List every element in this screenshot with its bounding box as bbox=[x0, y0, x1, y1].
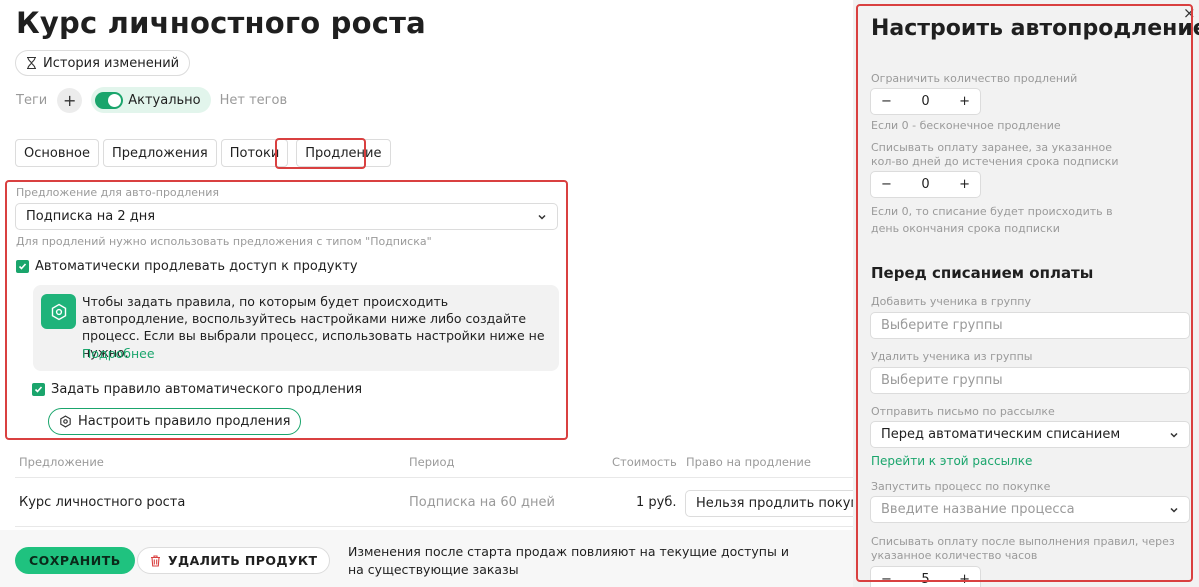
mailing-select[interactable]: Перед автоматическим списанием bbox=[870, 421, 1190, 448]
after-value[interactable]: 5 bbox=[921, 572, 929, 587]
rule-checkbox[interactable] bbox=[32, 383, 45, 396]
renewal-right-select[interactable]: Нельзя продлить покуп bbox=[685, 490, 860, 517]
status-label: Актуально bbox=[128, 92, 201, 108]
tabs: Основное Предложения Потоки Продление bbox=[15, 139, 391, 167]
advance-hint-line1: Если 0, то списание будет происходить в bbox=[871, 205, 1113, 218]
minus-icon[interactable]: − bbox=[881, 94, 892, 109]
tags-label: Теги bbox=[16, 92, 48, 108]
limit-label: Ограничить количество продлений bbox=[871, 72, 1078, 85]
table-cell-offer: Курс личностного роста bbox=[19, 495, 186, 510]
plus-icon[interactable]: + bbox=[959, 94, 970, 109]
table-header-period: Период bbox=[409, 455, 455, 469]
delete-product-button[interactable]: УДАЛИТЬ ПРОДУКТ bbox=[137, 547, 331, 574]
offer-select-value: Подписка на 2 дня bbox=[26, 209, 156, 224]
minus-icon[interactable]: − bbox=[881, 177, 892, 192]
toggle-switch-icon[interactable] bbox=[95, 91, 124, 109]
hourglass-icon bbox=[27, 57, 36, 69]
limit-hint: Если 0 - бесконечное продление bbox=[871, 119, 1061, 132]
after-label-line2: указанное количество часов bbox=[871, 549, 1038, 562]
add-group-placeholder: Выберите группы bbox=[881, 318, 1003, 333]
add-tag-button[interactable]: + bbox=[57, 87, 83, 113]
auto-renew-checkbox-row[interactable]: Автоматически продлевать доступ к продук… bbox=[16, 259, 358, 274]
no-tags-label: Нет тегов bbox=[219, 92, 288, 108]
before-charge-title: Перед списанием оплаты bbox=[871, 264, 1094, 282]
table-header-renewal-right: Право на продление bbox=[686, 455, 811, 469]
panel-title: Настроить автопродление bbox=[871, 16, 1199, 41]
configure-rule-label: Настроить правило продления bbox=[78, 414, 291, 429]
advance-stepper[interactable]: − 0 + bbox=[870, 171, 981, 198]
status-toggle[interactable]: Актуально bbox=[91, 87, 211, 113]
mailing-label: Отправить письмо по рассылке bbox=[871, 405, 1055, 418]
advance-value[interactable]: 0 bbox=[921, 177, 929, 192]
footer-note: Изменения после старта продаж повлияют н… bbox=[348, 544, 789, 577]
chevron-down-icon bbox=[1170, 507, 1178, 513]
add-group-label: Добавить ученика в группу bbox=[871, 295, 1032, 308]
process-placeholder: Введите название процесса bbox=[881, 502, 1075, 517]
auto-renew-label: Автоматически продлевать доступ к продук… bbox=[35, 259, 358, 274]
advance-label-line2: кол-во дней до истечения срока подписки bbox=[871, 155, 1119, 168]
hexagon-gear-icon bbox=[41, 294, 76, 329]
plus-icon[interactable]: + bbox=[959, 177, 970, 192]
rule-label: Задать правило автоматического продления bbox=[51, 382, 363, 397]
process-label: Запустить процесс по покупке bbox=[871, 480, 1051, 493]
renewal-right-value: Нельзя продлить покуп bbox=[696, 496, 859, 511]
mailing-value: Перед автоматическим списанием bbox=[881, 427, 1121, 442]
page-title: Курс личностного роста bbox=[16, 6, 426, 40]
minus-icon[interactable]: − bbox=[881, 572, 892, 587]
advance-hint-line2: день окончания срока подписки bbox=[871, 222, 1060, 235]
process-input[interactable]: Введите название процесса bbox=[870, 496, 1190, 523]
tab-offers[interactable]: Предложения bbox=[102, 139, 217, 167]
history-label: История изменений bbox=[43, 55, 180, 71]
rule-checkbox-row[interactable]: Задать правило автоматического продления bbox=[32, 382, 362, 397]
tab-renewal[interactable]: Продление bbox=[296, 139, 391, 167]
plus-icon[interactable]: + bbox=[959, 572, 970, 587]
chevron-down-icon bbox=[538, 214, 546, 220]
tab-main[interactable]: Основное bbox=[15, 139, 99, 167]
limit-stepper[interactable]: − 0 + bbox=[870, 88, 981, 115]
after-stepper[interactable]: − 5 + bbox=[870, 566, 981, 587]
hexagon-gear-icon bbox=[60, 415, 71, 428]
tags-row: Теги + Актуально Нет тегов bbox=[16, 87, 287, 113]
offer-select[interactable]: Подписка на 2 дня bbox=[15, 203, 558, 230]
table-cell-period: Подписка на 60 дней bbox=[409, 495, 555, 510]
table-cell-price: 1 руб. bbox=[636, 495, 677, 510]
mailing-link[interactable]: Перейти к этой рассылке bbox=[871, 454, 1032, 468]
limit-value[interactable]: 0 bbox=[921, 94, 929, 109]
remove-group-label: Удалить ученика из группы bbox=[871, 350, 1033, 363]
configure-rule-button[interactable]: Настроить правило продления bbox=[48, 408, 302, 435]
auto-renew-checkbox[interactable] bbox=[16, 260, 29, 273]
more-info-link[interactable]: Подробнее bbox=[82, 346, 155, 361]
add-group-input[interactable]: Выберите группы bbox=[870, 312, 1190, 339]
trash-icon bbox=[151, 554, 160, 567]
offer-hint: Для продлений нужно использовать предлож… bbox=[16, 235, 432, 248]
check-icon bbox=[34, 386, 43, 393]
remove-group-placeholder: Выберите группы bbox=[881, 373, 1003, 388]
delete-product-label: УДАЛИТЬ ПРОДУКТ bbox=[168, 553, 318, 568]
remove-group-input[interactable]: Выберите группы bbox=[870, 367, 1190, 394]
chevron-down-icon bbox=[1170, 432, 1178, 438]
table-header-price: Стоимость bbox=[612, 455, 677, 469]
offer-label: Предложение для авто-продления bbox=[16, 186, 220, 199]
tab-streams[interactable]: Потоки bbox=[220, 139, 289, 167]
save-button[interactable]: СОХРАНИТЬ bbox=[15, 547, 135, 574]
table-divider bbox=[15, 477, 853, 478]
table-header-offer: Предложение bbox=[19, 455, 104, 469]
history-button[interactable]: История изменений bbox=[15, 50, 191, 76]
table-divider bbox=[15, 526, 853, 527]
check-icon bbox=[18, 263, 27, 270]
